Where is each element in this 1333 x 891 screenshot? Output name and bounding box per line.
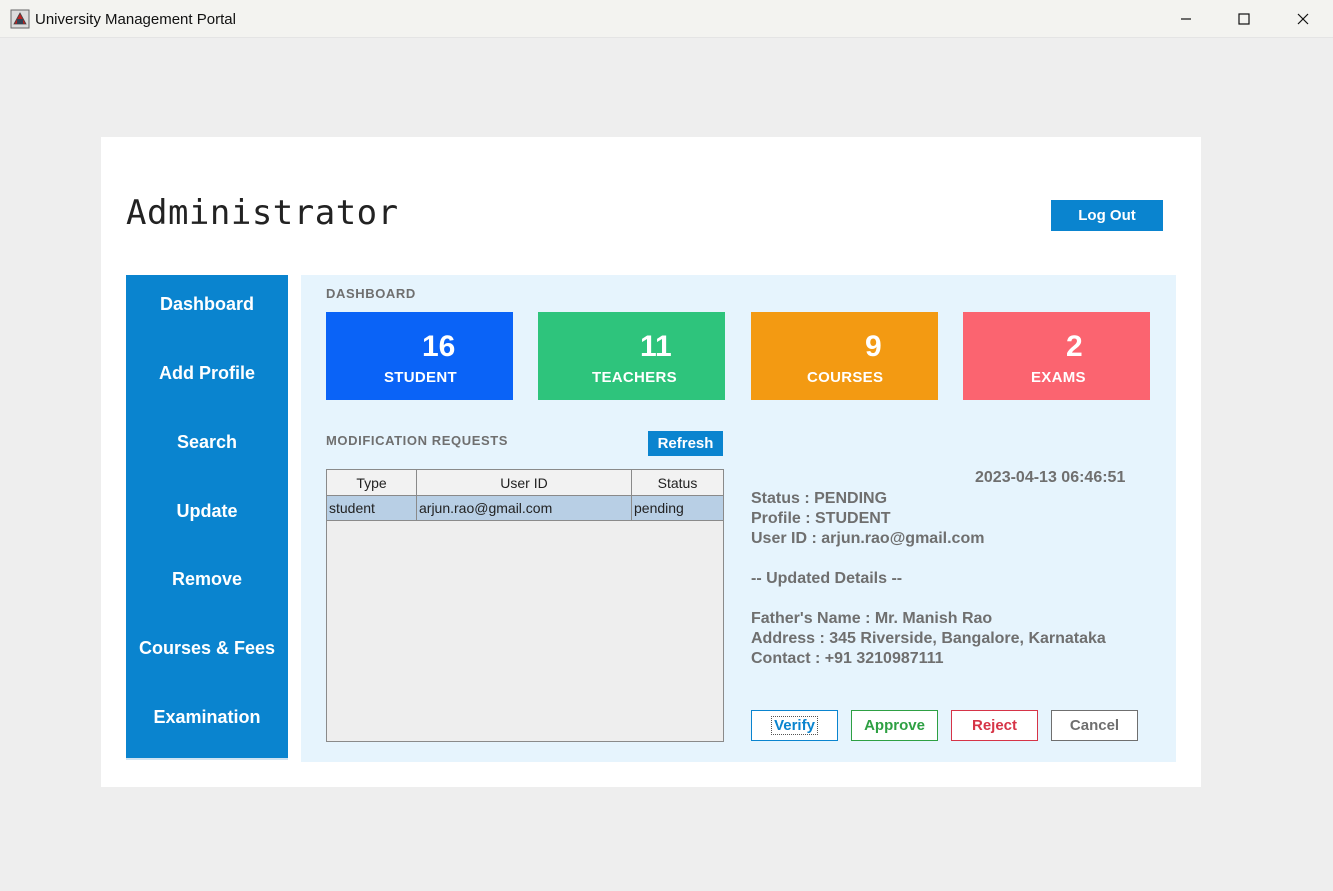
sidebar-item-courses-fees[interactable]: Courses & Fees xyxy=(126,631,288,665)
request-details: Status : PENDING Profile : STUDENT User … xyxy=(751,489,1106,669)
stat-label: STUDENT xyxy=(384,369,457,386)
stat-card-students: 16 STUDENT xyxy=(326,312,513,400)
column-header-status[interactable]: Status xyxy=(632,470,723,495)
maximize-icon xyxy=(1238,13,1250,25)
sidebar-item-search[interactable]: Search xyxy=(126,425,288,459)
detail-spacer xyxy=(751,589,1106,609)
stat-value: 2 xyxy=(1066,330,1083,363)
stat-value: 11 xyxy=(640,330,672,363)
window-title: University Management Portal xyxy=(35,11,236,28)
stat-card-courses: 9 COURSES xyxy=(751,312,938,400)
close-button[interactable] xyxy=(1274,0,1332,38)
detail-address: Address : 345 Riverside, Bangalore, Karn… xyxy=(751,630,1106,647)
table-header: Type User ID Status xyxy=(327,470,723,496)
java-app-icon xyxy=(10,9,30,29)
dashboard-section-label: DASHBOARD xyxy=(326,286,416,301)
page-title: Administrator xyxy=(126,193,399,233)
sidebar-item-update[interactable]: Update xyxy=(126,494,288,528)
stat-value: 16 xyxy=(422,330,456,363)
verify-label: Verify xyxy=(771,716,818,735)
cell-user-id[interactable]: arjun.rao@gmail.com xyxy=(417,496,632,520)
detail-user-id: User ID : arjun.rao@gmail.com xyxy=(751,530,985,547)
stat-card-teachers: 11 TEACHERS xyxy=(538,312,725,400)
request-timestamp: 2023-04-13 06:46:51 xyxy=(975,469,1126,486)
maximize-button[interactable] xyxy=(1215,0,1273,38)
window-titlebar: University Management Portal xyxy=(0,0,1333,38)
minimize-button[interactable] xyxy=(1157,0,1215,38)
logout-button[interactable]: Log Out xyxy=(1051,200,1163,231)
cell-status[interactable]: pending xyxy=(632,496,723,520)
detail-spacer xyxy=(751,549,1106,569)
column-header-user-id[interactable]: User ID xyxy=(417,470,632,495)
stat-label: TEACHERS xyxy=(592,369,677,386)
stat-value: 9 xyxy=(865,330,882,363)
sidebar: Dashboard Add Profile Search Update Remo… xyxy=(126,275,288,760)
sidebar-item-remove[interactable]: Remove xyxy=(126,562,288,596)
sidebar-item-add-profile[interactable]: Add Profile xyxy=(126,356,288,390)
main-card: Administrator Log Out Dashboard Add Prof… xyxy=(101,137,1201,787)
requests-section-label: MODIFICATION REQUESTS xyxy=(326,433,509,448)
stat-label: COURSES xyxy=(807,369,884,386)
approve-button[interactable]: Approve xyxy=(851,710,938,741)
detail-profile: Profile : STUDENT xyxy=(751,510,891,527)
cell-type[interactable]: student xyxy=(327,496,417,520)
reject-button[interactable]: Reject xyxy=(951,710,1038,741)
minimize-icon xyxy=(1181,18,1191,20)
content-panel: DASHBOARD 16 STUDENT 11 TEACHERS 9 COURS… xyxy=(301,275,1176,762)
stat-card-exams: 2 EXAMS xyxy=(963,312,1150,400)
verify-button[interactable]: Verify xyxy=(751,710,838,741)
column-header-type[interactable]: Type xyxy=(327,470,417,495)
close-icon xyxy=(1297,13,1309,25)
detail-status: Status : PENDING xyxy=(751,490,888,507)
stat-label: EXAMS xyxy=(1031,369,1086,386)
requests-table: Type User ID Status student arjun.rao@gm… xyxy=(326,469,724,742)
sidebar-item-dashboard[interactable]: Dashboard xyxy=(126,287,288,321)
cancel-button[interactable]: Cancel xyxy=(1051,710,1138,741)
detail-father-name: Father's Name : Mr. Manish Rao xyxy=(751,610,993,627)
detail-updated-header: -- Updated Details -- xyxy=(751,570,903,587)
refresh-button[interactable]: Refresh xyxy=(648,431,723,456)
sidebar-item-examination[interactable]: Examination xyxy=(126,700,288,734)
detail-contact: Contact : +91 3210987111 xyxy=(751,650,944,667)
table-row[interactable]: student arjun.rao@gmail.com pending xyxy=(327,496,723,521)
